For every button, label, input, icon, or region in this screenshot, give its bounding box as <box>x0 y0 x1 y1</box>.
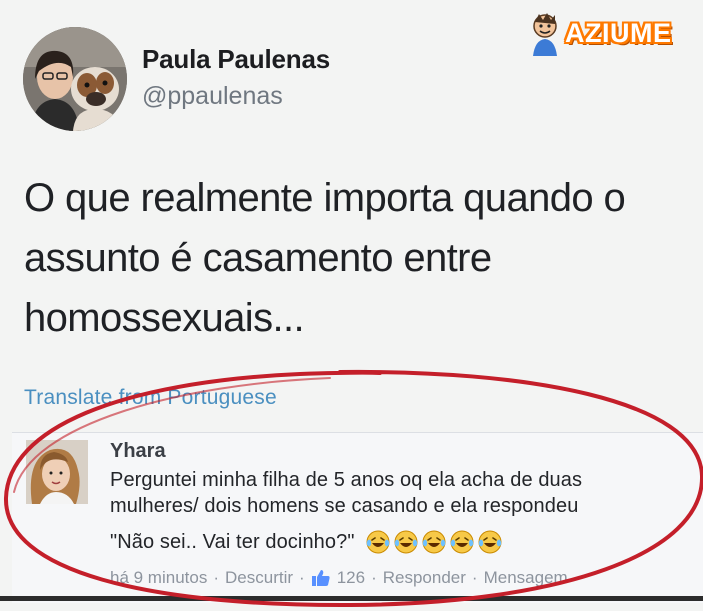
laughing-tears-icon <box>394 530 418 554</box>
message-link[interactable]: Mensagem <box>484 568 568 588</box>
laughing-tears-icon <box>422 530 446 554</box>
thumbs-up-icon[interactable] <box>311 569 331 587</box>
laughing-tears-icon <box>450 530 474 554</box>
comment-line-2: mulheres/ dois homens se casando e ela r… <box>110 495 579 517</box>
laughing-tears-icon <box>478 530 502 554</box>
reply-link[interactable]: Responder <box>383 568 466 588</box>
author-avatar[interactable] <box>23 27 127 131</box>
comment-time[interactable]: há 9 minutos <box>110 568 207 588</box>
commenter-photo <box>26 440 88 504</box>
laughing-tears-icon <box>366 530 390 554</box>
comment-line-3: "Não sei.. Vai ter docinho?" <box>110 531 355 553</box>
bottom-border <box>0 596 703 601</box>
watermark-logo: AZIUME <box>527 12 677 56</box>
like-count[interactable]: 126 <box>337 568 365 588</box>
author-handle[interactable]: @ppaulenas <box>142 82 283 111</box>
meta-separator: · <box>471 568 478 587</box>
unlike-link[interactable]: Descurtir <box>225 568 293 588</box>
commenter-name[interactable]: Yhara <box>110 440 166 463</box>
comment-text: Perguntei minha filha de 5 anos oq ela a… <box>110 467 700 555</box>
meta-separator: · <box>371 568 377 587</box>
author-name[interactable]: Paula Paulenas <box>142 44 330 75</box>
avatar-photo <box>23 27 127 131</box>
mascot-icon <box>533 13 557 56</box>
meta-separator: · <box>213 568 220 587</box>
tweet-text: O que realmente importa quando o assunto… <box>24 176 626 340</box>
comment-line-3-row: "Não sei.. Vai ter docinho?" <box>110 529 503 555</box>
commenter-avatar[interactable] <box>26 440 88 504</box>
meta-separator: · <box>299 568 305 587</box>
comment-meta: há 9 minutos · Descurtir · 126 · Respond… <box>110 568 568 588</box>
screenshot-root: Paula Paulenas @ppaulenas AZIUME O que r… <box>0 0 703 611</box>
translate-link[interactable]: Translate from Portuguese <box>24 386 277 410</box>
comment-line-1: Perguntei minha filha de 5 anos oq ela a… <box>110 469 583 491</box>
watermark-text: AZIUME <box>565 18 672 48</box>
emoji-row <box>365 529 503 555</box>
